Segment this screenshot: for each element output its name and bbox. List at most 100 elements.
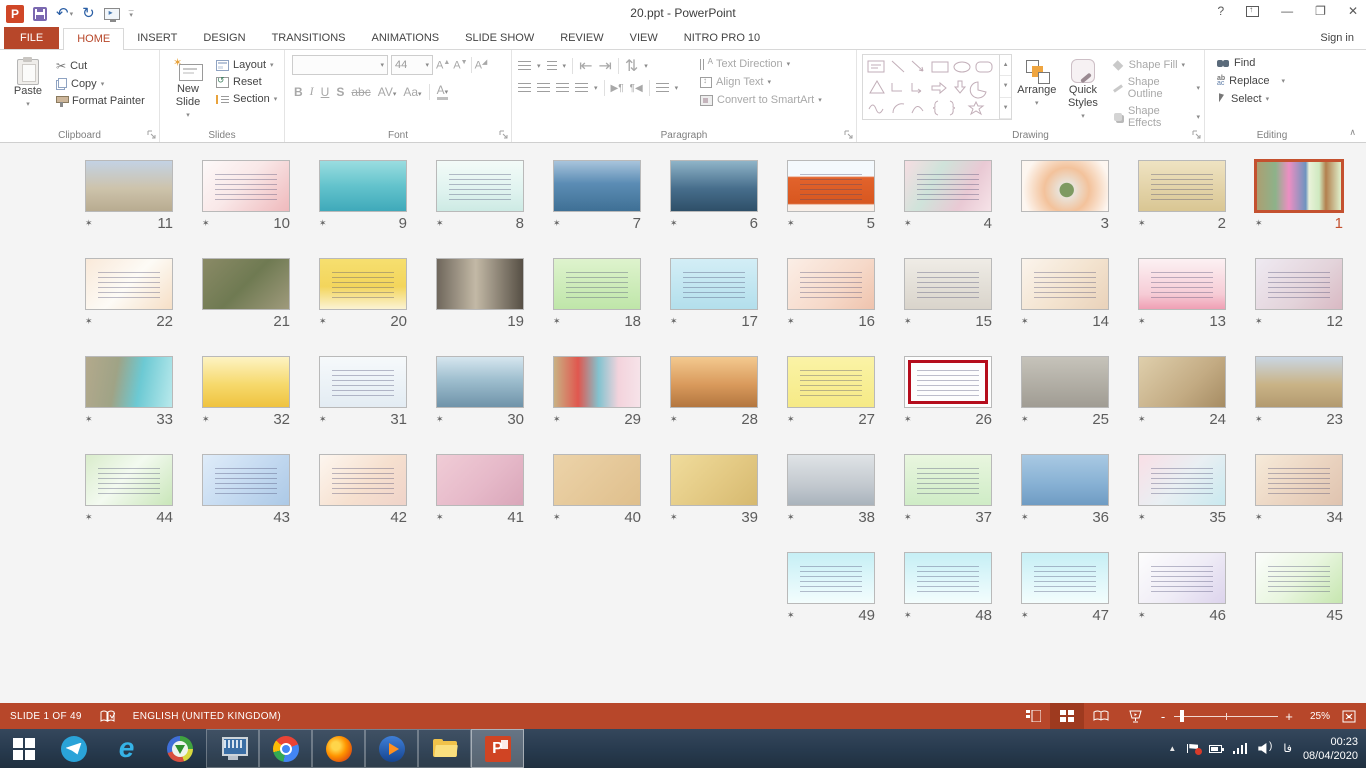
animation-star-icon[interactable]: ✶: [1255, 512, 1269, 523]
shapes-scroll-down-icon[interactable]: ▼: [1000, 76, 1011, 97]
taskbar-powerpoint-button[interactable]: P: [471, 729, 524, 768]
restore-button[interactable]: ❐: [1315, 4, 1326, 18]
slide-thumbnail-46[interactable]: [1138, 552, 1226, 604]
animation-star-icon[interactable]: ✶: [1255, 414, 1269, 425]
align-left-button[interactable]: [518, 83, 531, 93]
bullets-button[interactable]: [518, 61, 531, 71]
slide-thumbnail-47[interactable]: [1021, 552, 1109, 604]
animation-star-icon[interactable]: ✶: [553, 218, 567, 229]
slide-thumbnail-15[interactable]: [904, 258, 992, 310]
align-text-button[interactable]: Align Text▾: [696, 74, 826, 90]
slide-thumbnail-24[interactable]: [1138, 356, 1226, 408]
animation-star-icon[interactable]: ✶: [319, 414, 333, 425]
slide-thumbnail-10[interactable]: [202, 160, 290, 212]
slide-thumbnail-35[interactable]: [1138, 454, 1226, 506]
animation-star-icon[interactable]: ✶: [553, 512, 567, 523]
cut-button[interactable]: ✂Cut: [52, 57, 149, 75]
animation-star-icon[interactable]: ✶: [670, 414, 684, 425]
find-button[interactable]: Find: [1213, 55, 1339, 71]
text-shadow-button[interactable]: S: [336, 85, 344, 99]
collapse-ribbon-button[interactable]: ∧: [1349, 127, 1356, 138]
help-button[interactable]: ?: [1217, 4, 1224, 18]
increase-indent-button[interactable]: ⇥: [598, 56, 611, 76]
animation-star-icon[interactable]: ✶: [1138, 316, 1152, 327]
slide-thumbnail-30[interactable]: [436, 356, 524, 408]
reading-view-button[interactable]: [1084, 703, 1118, 729]
slide-thumbnail-39[interactable]: [670, 454, 758, 506]
slide-thumbnail-21[interactable]: [202, 258, 290, 310]
spell-check-icon[interactable]: [100, 710, 115, 723]
shapes-scroll-up-icon[interactable]: ▲: [1000, 55, 1011, 76]
arrange-button[interactable]: Arrange▾: [1012, 54, 1061, 131]
slide-thumbnail-19[interactable]: [436, 258, 524, 310]
show-hidden-icons-button[interactable]: ▲: [1168, 744, 1176, 753]
animation-star-icon[interactable]: ✶: [85, 414, 99, 425]
character-spacing-button[interactable]: AV▾: [378, 85, 397, 99]
language-indicator[interactable]: ENGLISH (UNITED KINGDOM): [133, 711, 281, 722]
animation-star-icon[interactable]: ✶: [1138, 218, 1152, 229]
slide-thumbnail-8[interactable]: [436, 160, 524, 212]
replace-button[interactable]: abacReplace▾: [1213, 73, 1339, 89]
zoom-slider-handle[interactable]: [1180, 710, 1184, 722]
power-icon[interactable]: [1209, 745, 1222, 753]
zoom-out-button[interactable]: -: [1158, 709, 1168, 724]
tab-insert[interactable]: INSERT: [124, 28, 190, 49]
animation-star-icon[interactable]: ✶: [787, 218, 801, 229]
animation-star-icon[interactable]: ✶: [553, 316, 567, 327]
slide-thumbnail-27[interactable]: [787, 356, 875, 408]
shape-fill-button[interactable]: Shape Fill▾: [1109, 57, 1204, 73]
slide-thumbnail-38[interactable]: [787, 454, 875, 506]
slide-thumbnail-4[interactable]: [904, 160, 992, 212]
animation-star-icon[interactable]: ✶: [1138, 414, 1152, 425]
zoom-in-button[interactable]: +: [1284, 709, 1294, 724]
animation-star-icon[interactable]: ✶: [436, 218, 450, 229]
tab-nitro-pro-10[interactable]: NITRO PRO 10: [671, 28, 773, 49]
paragraph-dialog-launcher[interactable]: [844, 130, 853, 139]
slide-thumbnail-2[interactable]: [1138, 160, 1226, 212]
tab-slide-show[interactable]: SLIDE SHOW: [452, 28, 547, 49]
slide-thumbnail-44[interactable]: [85, 454, 173, 506]
shape-effects-button[interactable]: Shape Effects▾: [1109, 103, 1204, 131]
slide-thumbnail-23[interactable]: [1255, 356, 1343, 408]
slide-thumbnail-37[interactable]: [904, 454, 992, 506]
animation-star-icon[interactable]: ✶: [319, 218, 333, 229]
animation-star-icon[interactable]: ✶: [1021, 316, 1035, 327]
minimize-button[interactable]: —: [1281, 4, 1293, 18]
animation-star-icon[interactable]: ✶: [1021, 414, 1035, 425]
normal-view-button[interactable]: [1016, 703, 1050, 729]
slide-thumbnail-49[interactable]: [787, 552, 875, 604]
font-dialog-launcher[interactable]: [499, 130, 508, 139]
align-center-button[interactable]: [537, 83, 550, 93]
slide-thumbnail-43[interactable]: [202, 454, 290, 506]
slide-thumbnail-18[interactable]: [553, 258, 641, 310]
align-right-button[interactable]: [556, 83, 569, 93]
slide-show-button[interactable]: [1118, 703, 1152, 729]
taskbar-telegram-button[interactable]: [47, 729, 100, 768]
shapes-gallery[interactable]: [862, 54, 1000, 120]
slide-thumbnail-28[interactable]: [670, 356, 758, 408]
justify-button[interactable]: [575, 83, 588, 93]
drawing-dialog-launcher[interactable]: [1192, 130, 1201, 139]
animation-star-icon[interactable]: ✶: [1021, 512, 1035, 523]
select-button[interactable]: Select▾: [1213, 91, 1339, 107]
numbering-button[interactable]: [547, 61, 557, 71]
slide-thumbnail-36[interactable]: [1021, 454, 1109, 506]
slide-thumbnail-6[interactable]: [670, 160, 758, 212]
shrink-font-button[interactable]: A▼: [453, 59, 467, 72]
slide-thumbnail-31[interactable]: [319, 356, 407, 408]
slide-thumbnail-48[interactable]: [904, 552, 992, 604]
columns-button[interactable]: [656, 83, 669, 93]
zoom-slider[interactable]: [1174, 709, 1278, 723]
sign-in-link[interactable]: Sign in: [1320, 32, 1354, 44]
animation-star-icon[interactable]: ✶: [85, 316, 99, 327]
slide-thumbnail-9[interactable]: [319, 160, 407, 212]
taskbar-firefox-button[interactable]: [312, 729, 365, 768]
taskbar-clock[interactable]: 00:23 08/04/2020: [1303, 735, 1358, 763]
slide-thumbnail-5[interactable]: [787, 160, 875, 212]
reset-button[interactable]: Reset: [212, 74, 281, 90]
animation-star-icon[interactable]: ✶: [202, 414, 216, 425]
shapes-more-icon[interactable]: ▼: [1000, 98, 1011, 119]
animation-star-icon[interactable]: ✶: [670, 512, 684, 523]
tab-review[interactable]: REVIEW: [547, 28, 616, 49]
tab-file[interactable]: FILE: [4, 27, 59, 49]
